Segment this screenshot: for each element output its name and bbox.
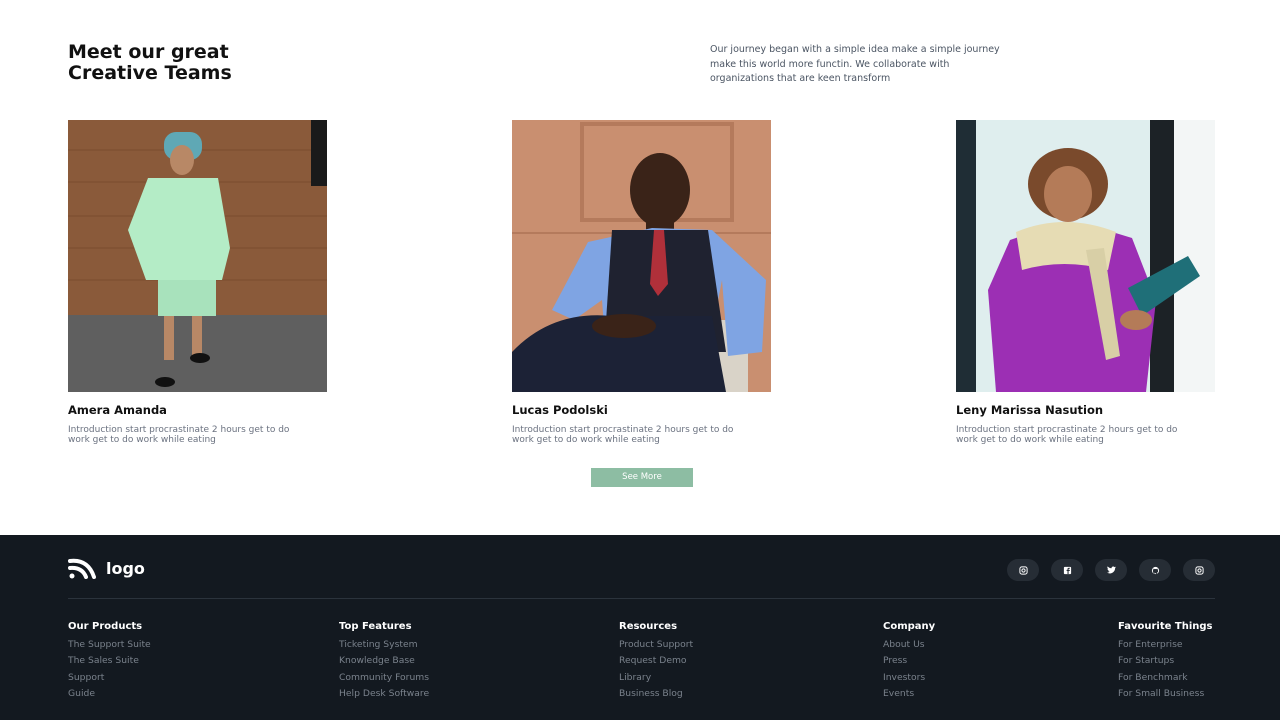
footer-column-title: Favourite Things — [1118, 621, 1213, 632]
instagram-link[interactable] — [1183, 559, 1215, 581]
team-card-amera: Amera Amanda Introduction start procrast… — [68, 120, 327, 445]
team-section: Meet our great Creative Teams Our journe… — [0, 0, 1280, 535]
footer-link[interactable]: Ticketing System — [339, 637, 429, 653]
team-card-leny: Leny Marissa Nasution Introduction start… — [956, 120, 1215, 445]
footer-link[interactable]: Community Forums — [339, 670, 429, 686]
footer-link[interactable]: Guide — [68, 686, 151, 702]
social-links — [1007, 559, 1215, 581]
footer-column-title: Our Products — [68, 621, 143, 632]
github-icon — [1151, 566, 1159, 574]
logo[interactable]: logo — [68, 557, 145, 579]
github-link[interactable] — [1139, 559, 1171, 581]
heading-line-1: Meet our great — [68, 41, 229, 63]
see-more-button[interactable]: See More — [591, 468, 693, 487]
footer-link[interactable]: Investors — [883, 670, 935, 686]
instagram-link[interactable] — [1007, 559, 1039, 581]
footer-column-title: Resources — [619, 621, 678, 632]
footer-link[interactable]: For Benchmark — [1118, 670, 1213, 686]
member-photo — [956, 120, 1215, 392]
instagram-icon — [1194, 565, 1204, 575]
footer-column-title: Company — [883, 621, 936, 632]
twitter-link[interactable] — [1095, 559, 1127, 581]
footer-link[interactable]: Business Blog — [619, 686, 693, 702]
intro-text: Our journey began with a simple idea mak… — [710, 44, 1000, 84]
footer-link[interactable]: About Us — [883, 637, 935, 653]
logo-text: logo — [106, 558, 145, 578]
member-description: Introduction start procrastinate 2 hours… — [68, 425, 290, 445]
logo-icon — [68, 558, 96, 579]
facebook-icon — [1063, 566, 1071, 574]
footer-link[interactable]: For Enterprise — [1118, 637, 1213, 653]
footer-link[interactable]: Support — [68, 670, 151, 686]
footer-link[interactable]: Press — [883, 653, 935, 669]
team-card-lucas: Lucas Podolski Introduction start procra… — [512, 120, 771, 445]
footer-column-resources: Resources Product Support Request Demo L… — [619, 621, 693, 702]
section-heading: Meet our great Creative Teams — [68, 42, 328, 84]
footer-link[interactable]: Request Demo — [619, 653, 693, 669]
heading-line-2: Creative Teams — [68, 62, 232, 84]
member-photo — [68, 120, 327, 392]
footer-column-favourites: Favourite Things For Enterprise For Star… — [1118, 621, 1213, 702]
footer-divider — [68, 598, 1215, 599]
footer: logo Our Products The Support Suite The … — [0, 535, 1280, 720]
twitter-icon — [1106, 566, 1116, 574]
member-description: Introduction start procrastinate 2 hours… — [956, 425, 1178, 445]
footer-link[interactable]: Library — [619, 670, 693, 686]
footer-link[interactable]: Product Support — [619, 637, 693, 653]
member-photo — [512, 120, 771, 392]
member-name: Amera Amanda — [68, 403, 167, 417]
footer-link[interactable]: The Sales Suite — [68, 653, 151, 669]
facebook-link[interactable] — [1051, 559, 1083, 581]
footer-column-title: Top Features — [339, 621, 412, 632]
member-description: Introduction start procrastinate 2 hours… — [512, 425, 734, 445]
footer-link[interactable]: Help Desk Software — [339, 686, 429, 702]
footer-link[interactable]: The Support Suite — [68, 637, 151, 653]
footer-link[interactable]: For Small Business — [1118, 686, 1213, 702]
footer-link[interactable]: For Startups — [1118, 653, 1213, 669]
member-name: Leny Marissa Nasution — [956, 403, 1104, 417]
instagram-icon — [1018, 565, 1028, 575]
footer-link[interactable]: Events — [883, 686, 935, 702]
footer-column-features: Top Features Ticketing System Knowledge … — [339, 621, 429, 702]
footer-column-products: Our Products The Support Suite The Sales… — [68, 621, 151, 702]
footer-link[interactable]: Knowledge Base — [339, 653, 429, 669]
footer-column-company: Company About Us Press Investors Events — [883, 621, 935, 702]
member-name: Lucas Podolski — [512, 403, 608, 417]
